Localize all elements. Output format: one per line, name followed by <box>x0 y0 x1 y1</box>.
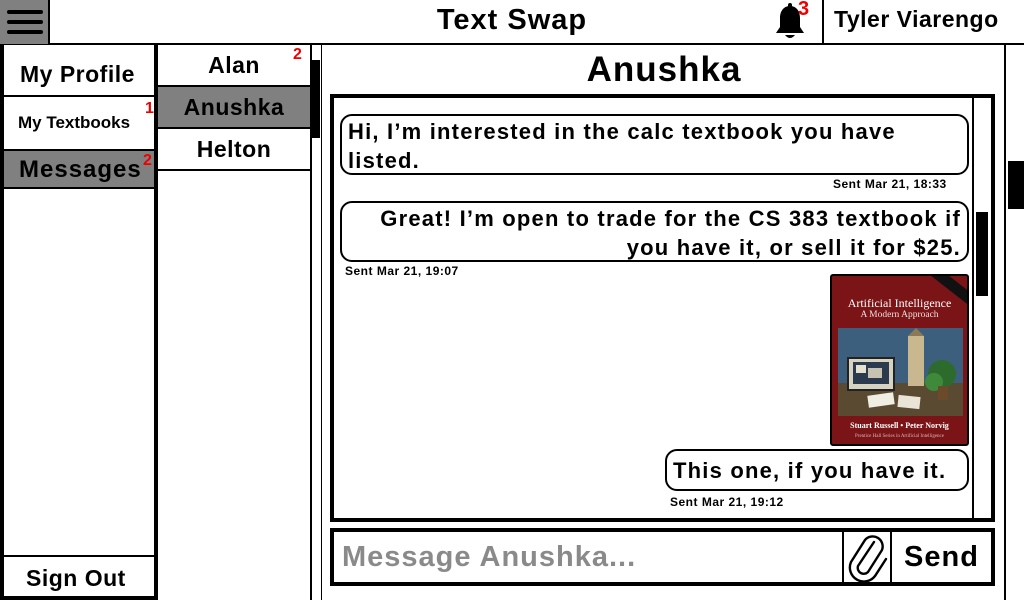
nav-item-my-textbooks[interactable]: My Textbooks 1 <box>4 97 154 151</box>
cover-illustration <box>838 328 963 416</box>
message-timestamp: Sent Mar 21, 19:07 <box>345 264 459 278</box>
contact-item-helton[interactable]: Helton <box>158 129 310 171</box>
book-subtitle: A Modern Approach <box>860 310 939 320</box>
sign-out-label: Sign Out <box>26 565 126 591</box>
nav-item-label: My Profile <box>20 61 135 87</box>
nav-item-label: Messages <box>19 156 142 183</box>
page-scrollbar-thumb[interactable] <box>1008 161 1024 209</box>
message-bubble: Hi, I’m interested in the calc textbook … <box>340 114 969 175</box>
message-timestamp: Sent Mar 21, 19:12 <box>670 495 784 509</box>
left-navigation: My Profile My Textbooks 1 Messages 2 Sig… <box>0 45 158 600</box>
message-timestamp: Sent Mar 21, 18:33 <box>833 177 947 191</box>
book-authors: Stuart Russell • Peter Norvig <box>850 421 949 430</box>
app-title: Text Swap <box>436 4 588 36</box>
conversation-title: Anushka <box>586 50 742 89</box>
message-input[interactable] <box>342 536 838 578</box>
nav-item-messages[interactable]: Messages 2 <box>4 151 154 189</box>
page-scrollbar[interactable] <box>1004 45 1024 600</box>
messages-count-badge: 2 <box>143 152 152 169</box>
contact-item-alan[interactable]: Alan <box>158 45 310 87</box>
book-series: Prentice Hall Series in Artificial Intel… <box>855 434 944 439</box>
book-cover-image[interactable]: Artificial Intelligence A Modern Approac… <box>830 274 969 446</box>
textbooks-count-badge: 1 <box>145 100 154 117</box>
contact-name: Alan <box>208 52 260 78</box>
hamburger-menu-icon[interactable] <box>0 0 50 44</box>
contact-list: Alan Anushka Helton <box>158 45 310 175</box>
nav-item-label: My Textbooks <box>18 113 131 132</box>
notification-count-badge: 3 <box>798 0 810 20</box>
contact-name: Helton <box>196 136 272 162</box>
message-composer: Send <box>330 528 995 586</box>
message-bubble: Great! I’m open to trade for the CS 383 … <box>340 201 969 262</box>
user-name[interactable]: Tyler Viarengo <box>834 6 999 33</box>
app-header: Text Swap 3 Tyler Viarengo <box>0 0 1024 45</box>
header-divider <box>822 0 824 44</box>
sign-out-button[interactable]: Sign Out <box>4 555 154 600</box>
alan-unread-badge: 2 <box>293 46 302 63</box>
attach-button[interactable] <box>842 532 892 583</box>
thread-scrollbar-thumb[interactable] <box>976 212 988 296</box>
contact-item-anushka[interactable]: Anushka <box>158 87 310 129</box>
contacts-scrollbar-thumb[interactable] <box>312 60 320 138</box>
nav-item-my-profile[interactable]: My Profile <box>4 50 154 97</box>
contact-name: Anushka <box>183 94 285 120</box>
send-button[interactable]: Send <box>892 532 991 582</box>
paperclip-icon <box>848 535 888 583</box>
book-title: Artificial Intelligence <box>847 296 952 310</box>
message-bubble: This one, if you have it. <box>665 449 969 491</box>
thread-scrollbar[interactable] <box>972 98 988 518</box>
